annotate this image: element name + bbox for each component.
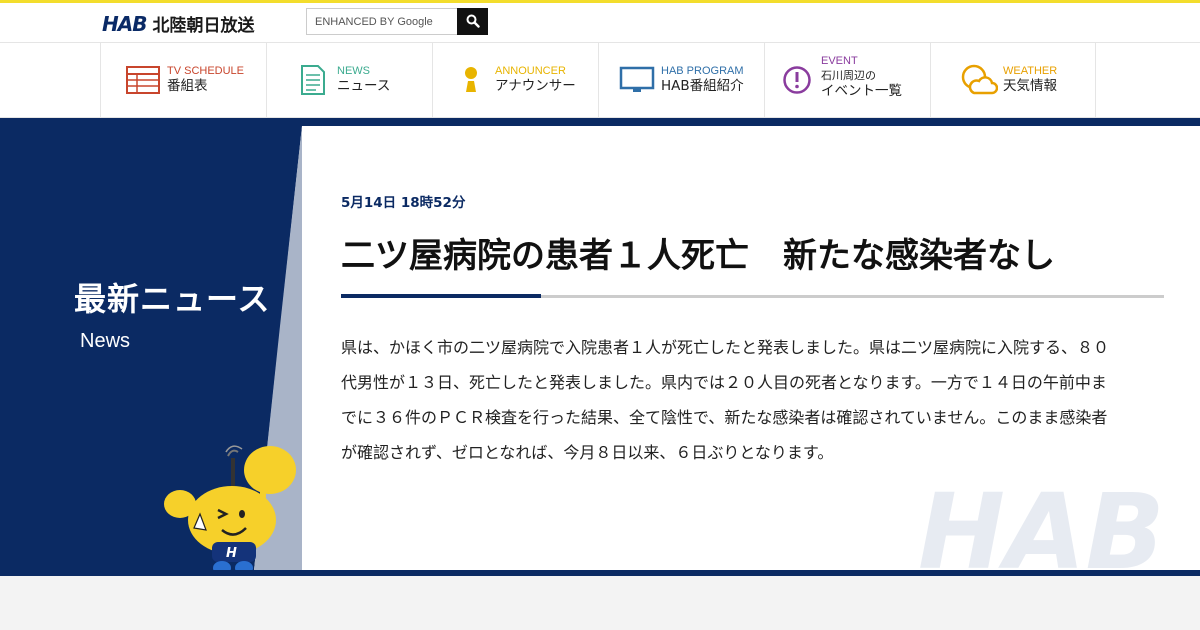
monitor-icon	[617, 66, 657, 94]
document-icon	[293, 65, 333, 95]
search-input[interactable]	[307, 9, 457, 34]
exclamation-circle-icon	[777, 65, 817, 95]
nav-en-label: WEATHER	[1003, 65, 1058, 77]
nav-jp-label: 天気情報	[1003, 78, 1057, 94]
nav-jp-label: HAB番組紹介	[661, 78, 744, 94]
nav-en-label: NEWS	[337, 65, 370, 77]
site-logo[interactable]: HAB 北陸朝日放送	[102, 11, 255, 37]
nav-jp-label: ニュース	[337, 78, 391, 94]
watermark-text: HAB	[918, 484, 1165, 570]
nav-item-announcer[interactable]: ANNOUNCER アナウンサー	[432, 43, 598, 117]
nav-item-tv-schedule[interactable]: TV SCHEDULE 番組表	[100, 43, 266, 117]
nav-item-hab-program[interactable]: HAB PROGRAM HAB番組紹介	[598, 43, 764, 117]
search-button[interactable]	[457, 7, 488, 35]
nav-item-news[interactable]: NEWS ニュース	[266, 43, 432, 117]
headline-rule-accent	[341, 294, 541, 298]
nav-jp-label: アナウンサー	[495, 78, 576, 94]
logo-text: 北陸朝日放送	[152, 16, 255, 36]
nav-item-weather[interactable]: WEATHER 天気情報	[930, 43, 1096, 117]
top-bar: HAB 北陸朝日放送	[0, 0, 1200, 42]
main-nav: TV SCHEDULE 番組表 NEWS ニュース ANNOUNCER アナウン…	[0, 42, 1200, 118]
news-hero: 最新ニュース News H 5月14日 18時52分 二ツ屋病院の患者１人死亡 …	[0, 126, 1200, 570]
nav-en-label: TV SCHEDULE	[167, 65, 245, 77]
tv-schedule-icon	[123, 66, 163, 94]
footer-area	[0, 576, 1200, 630]
section-divider	[0, 118, 1200, 126]
nav-en-label: EVENT	[821, 54, 858, 67]
nav-item-event[interactable]: EVENT 石川周辺の イベント一覧	[764, 43, 930, 117]
nav-jp-label: イベント一覧	[821, 82, 902, 99]
section-subtitle: News	[80, 330, 131, 352]
nav-en-label: ANNOUNCER	[495, 65, 566, 77]
nav-jp-label: 番組表	[167, 78, 208, 94]
site-search	[306, 7, 488, 35]
section-title: 最新ニュース	[74, 280, 271, 318]
person-icon	[451, 66, 491, 94]
svg-text:H: H	[226, 546, 237, 561]
sun-cloud-icon	[959, 64, 999, 96]
mascot-illustration: H	[164, 445, 296, 570]
nav-en-label: HAB PROGRAM	[661, 65, 744, 77]
article-headline: 二ツ屋病院の患者１人死亡 新たな感染者なし	[341, 236, 1055, 276]
nav-jp-label-line1: 石川周辺の	[821, 68, 876, 82]
article-date: 5月14日 18時52分	[341, 195, 466, 211]
article-body: 県は、かほく市の二ツ屋病院で入院患者１人が死亡したと発表しました。県は二ツ屋病院…	[341, 338, 1110, 462]
logo-mark: HAB	[102, 11, 147, 36]
search-icon	[466, 14, 480, 28]
hab-watermark-logo: HAB	[918, 484, 1165, 570]
